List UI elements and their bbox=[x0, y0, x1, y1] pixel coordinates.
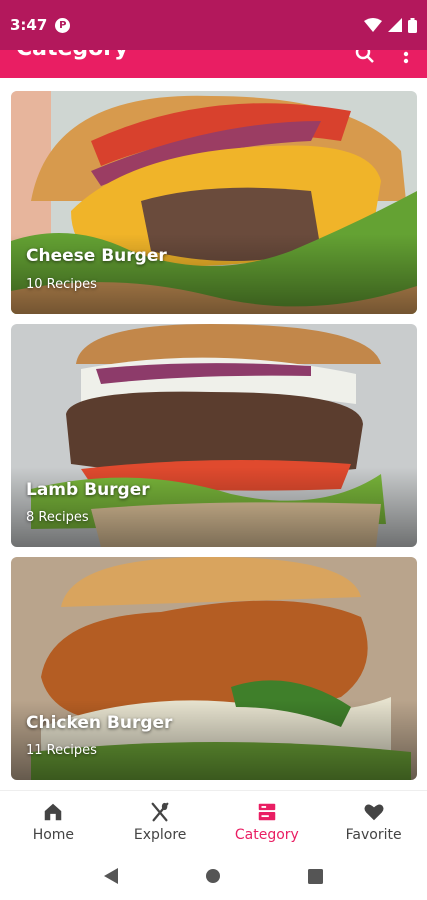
status-time: 3:47 bbox=[10, 16, 48, 34]
category-name: Chicken Burger bbox=[26, 713, 173, 733]
home-icon bbox=[45, 803, 62, 820]
nav-label: Favorite bbox=[345, 826, 402, 843]
category-card-cheese-burger[interactable]: Cheese Burger 10 Recipes bbox=[11, 91, 417, 314]
home-circle-icon bbox=[206, 869, 221, 883]
nav-explore[interactable]: Explore bbox=[107, 791, 214, 852]
app-bar: Category bbox=[0, 50, 427, 78]
nav-label: Home bbox=[32, 826, 75, 843]
nav-label: Category bbox=[234, 826, 299, 843]
bottom-navigation: Home Explore Category Favorite bbox=[0, 790, 427, 852]
battery-icon bbox=[408, 17, 417, 33]
category-card-lamb-burger[interactable]: Lamb Burger 8 Recipes bbox=[11, 324, 417, 547]
category-icon bbox=[258, 803, 276, 820]
app-notification-icon: P bbox=[55, 17, 71, 33]
nav-category[interactable]: Category bbox=[214, 791, 321, 852]
category-name: Cheese Burger bbox=[26, 246, 167, 266]
heart-icon bbox=[364, 804, 384, 820]
home-system-button[interactable] bbox=[202, 865, 224, 887]
recents-square-icon bbox=[308, 868, 324, 884]
nav-favorite[interactable]: Favorite bbox=[320, 791, 427, 852]
status-icons bbox=[364, 17, 417, 33]
recents-button[interactable] bbox=[305, 865, 327, 887]
category-name: Lamb Burger bbox=[26, 480, 150, 500]
signal-icon bbox=[388, 18, 402, 32]
nav-label: Explore bbox=[133, 826, 187, 843]
recipe-count: 11 Recipes bbox=[26, 743, 97, 758]
recipe-count: 10 Recipes bbox=[26, 277, 97, 292]
back-button[interactable] bbox=[100, 865, 122, 887]
back-triangle-icon bbox=[104, 868, 119, 884]
category-card-chicken-burger[interactable]: Chicken Burger 11 Recipes bbox=[11, 557, 417, 780]
fork-knife-icon bbox=[151, 802, 169, 821]
category-list[interactable]: Cheese Burger 10 Recipes Lamb Burger 8 R… bbox=[0, 78, 427, 790]
search-icon[interactable] bbox=[355, 50, 375, 64]
more-vert-icon[interactable] bbox=[403, 50, 409, 64]
system-navigation bbox=[0, 852, 427, 900]
status-bar: 3:47 P bbox=[0, 0, 427, 50]
recipe-count: 8 Recipes bbox=[26, 510, 89, 525]
wifi-icon bbox=[364, 18, 382, 32]
nav-home[interactable]: Home bbox=[0, 791, 107, 852]
page-title: Category bbox=[16, 50, 128, 61]
